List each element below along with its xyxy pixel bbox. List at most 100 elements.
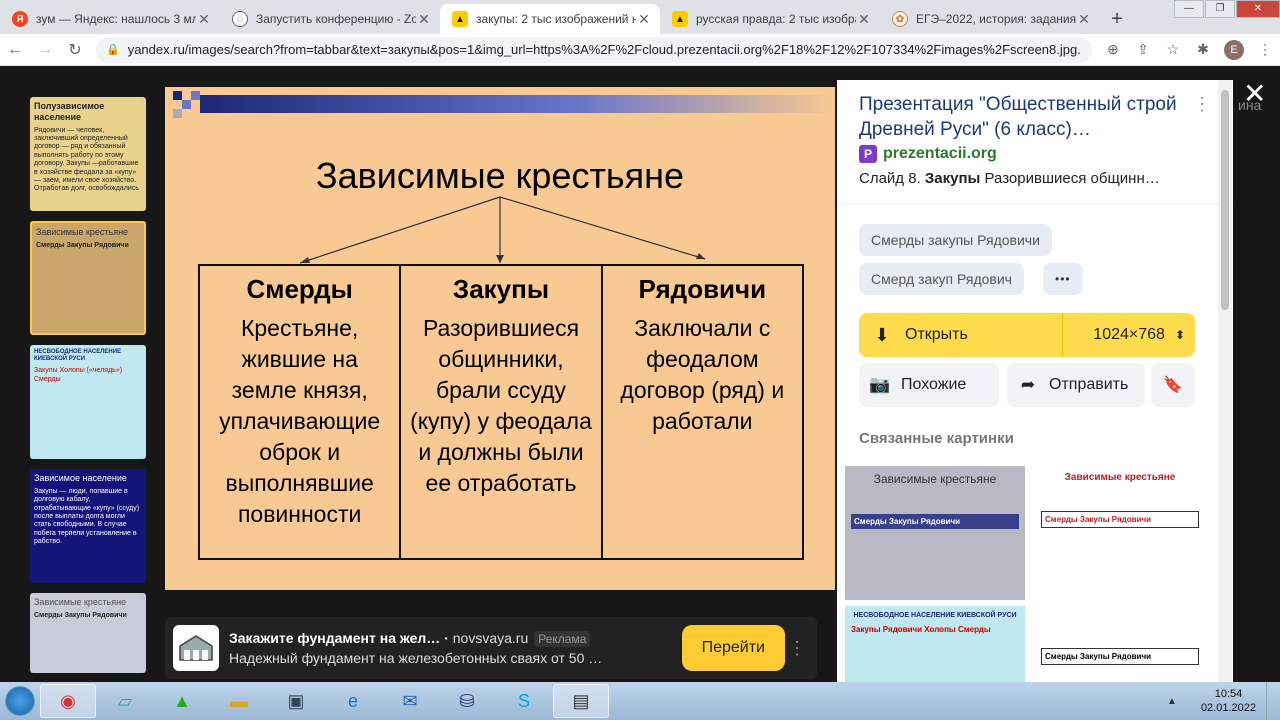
thumbnail-selected[interactable]: Зависимые крестьяне Смерды Закупы Рядови…	[30, 221, 146, 335]
bookmark-button[interactable]: 🔖	[1151, 363, 1195, 407]
tag-chip[interactable]: Смерды закупы Рядовичи	[859, 224, 1052, 256]
open-button[interactable]: ⬇ Открыть 1024×768 ⬍	[859, 313, 1195, 357]
internet-explorer-icon[interactable]: e	[325, 684, 381, 718]
bookmark-icon: 🔖	[1163, 377, 1183, 394]
start-button[interactable]	[0, 683, 40, 719]
share-button[interactable]: ➦ Отправить	[1007, 363, 1145, 407]
clock[interactable]: 10:54 02.01.2022	[1191, 687, 1266, 715]
address-bar[interactable]: 🔒 yandex.ru/images/search?from=tabbar&te…	[96, 36, 1092, 63]
thumbnail[interactable]: Зависимые крестьяне Смерды Закупы Рядови…	[30, 593, 146, 673]
image-size-select[interactable]: 1024×768	[1063, 326, 1175, 344]
column-heading: Смерды	[246, 274, 353, 304]
similar-button[interactable]: 📷 Похожие	[859, 363, 999, 407]
thumbnail-text: Закупы Холопы («челядь») Смерды	[34, 367, 123, 383]
bookmark-star-icon[interactable]: ☆	[1158, 41, 1188, 58]
tab-zakupy-images[interactable]: ▲ закупы: 2 тыс изображений на ✕	[440, 4, 660, 34]
document-icon[interactable]: ▤	[553, 684, 609, 718]
ad-logo-icon	[173, 625, 219, 671]
thumbnail-text: Закупы — люди, попавшие в долговую кабал…	[34, 487, 140, 546]
url-text[interactable]: yandex.ru/images/search?from=tabbar&text…	[128, 42, 1082, 57]
close-tab-icon[interactable]: ✕	[416, 11, 432, 28]
ad-text: Закажите фундамент на жел… · novsvaya.ru…	[229, 630, 672, 666]
mail-icon[interactable]: ✉	[382, 684, 438, 718]
menu-icon[interactable]: ⋮	[1250, 41, 1280, 58]
thumbnail-title: НЕСВОБОДНОЕ НАСЕЛЕНИЕ КИЕВСКОЙ РУСИ	[34, 349, 122, 363]
tab-russkaya-pravda[interactable]: ▲ русская правда: 2 тыс изображ ✕	[660, 4, 880, 34]
related-image[interactable]: Зависимые крестьяне Смерды Закупы Рядови…	[845, 466, 1025, 600]
folder-icon[interactable]: ▬	[211, 684, 267, 718]
ad-banner[interactable]: Закажите фундамент на жел… · novsvaya.ru…	[165, 617, 817, 679]
related-image[interactable]: Зависимые крестьяне Смерды Закупы Рядови…	[1035, 466, 1205, 600]
related-heading: Связанные картинки	[859, 430, 1014, 447]
android-app-icon[interactable]: ▲	[154, 684, 210, 718]
tab-zoom[interactable]: ◌ Запустить конференцию - Zoom ✕	[220, 4, 440, 34]
tab-title: Запустить конференцию - Zoom	[256, 12, 416, 26]
reload-icon[interactable]: ↻	[60, 40, 90, 60]
slide-arrows	[299, 196, 706, 264]
close-window-icon[interactable]: ✕	[1236, 0, 1280, 18]
window-controls: — ❐ ✕	[1173, 0, 1280, 18]
avatar[interactable]: E	[1224, 39, 1244, 60]
yandex-images-icon: ▲	[452, 11, 468, 27]
share-icon[interactable]: ⇪	[1128, 41, 1158, 58]
extensions-icon[interactable]: ✱	[1188, 41, 1218, 58]
notepad-icon[interactable]: ▱	[97, 684, 153, 718]
desc-highlight: Закупы	[924, 170, 981, 187]
source-link[interactable]: Pprezentacii.org	[859, 145, 997, 163]
taskbar: ◉ ▱ ▲ ▬ ▣ e ✉ ⛁ S ▤ ▲ 10:54 02.01.2022	[0, 682, 1280, 720]
main-image[interactable]: Зависимые крестьяне Смерды Крестьяне, жи…	[165, 87, 835, 590]
panel-scrollbar[interactable]	[1218, 80, 1232, 683]
close-tab-icon[interactable]: ✕	[196, 11, 212, 28]
tab-bar: Я зум — Яндекс: нашлось 3 млн р ✕ ◌ Запу…	[0, 0, 1280, 34]
close-viewer-icon[interactable]: ✕	[1243, 77, 1266, 110]
chrome-icon[interactable]: ◉	[40, 684, 96, 718]
open-label: Открыть	[905, 326, 968, 343]
scrollbar-thumb[interactable]	[1221, 90, 1229, 310]
tab-title: зум — Яндекс: нашлось 3 млн р	[36, 12, 196, 26]
sort-arrows-icon: ⬍	[1174, 328, 1185, 342]
zoom-icon[interactable]: ⊕	[1098, 41, 1128, 58]
show-desktop-button[interactable]	[1266, 682, 1280, 720]
related-image-cols: Смерды Закупы Рядовичи	[851, 514, 1019, 529]
back-icon[interactable]: ←	[0, 41, 30, 59]
maximize-icon[interactable]: ❐	[1205, 0, 1235, 18]
share-arrow-icon: ➦	[1020, 375, 1036, 394]
close-tab-icon[interactable]: ✕	[856, 11, 872, 28]
related-image[interactable]: Смерды Закупы Рядовичи	[1035, 606, 1205, 683]
tab-title: закупы: 2 тыс изображений на	[476, 12, 636, 26]
more-tags-button[interactable]: •••	[1043, 263, 1083, 295]
tray-expand-icon[interactable]: ▲	[1167, 696, 1177, 707]
tab-yandex-search[interactable]: Я зум — Яндекс: нашлось 3 млн р ✕	[0, 4, 220, 34]
related-image-cols: Закупы Рядовичи Холопы Смерды	[851, 625, 991, 634]
ad-label: Реклама	[534, 631, 591, 647]
close-tab-icon[interactable]: ✕	[636, 11, 652, 28]
ad-go-button[interactable]: Перейти	[681, 625, 785, 671]
thumbnail[interactable]: НЕСВОБОДНОЕ НАСЕЛЕНИЕ КИЕВСКОЙ РУСИ Заку…	[30, 345, 146, 459]
close-tab-icon[interactable]: ✕	[1076, 11, 1092, 28]
column-heading: Закупы	[452, 274, 550, 304]
browser-toolbar: ← → ↻ 🔒 yandex.ru/images/search?from=tab…	[0, 34, 1280, 66]
related-image[interactable]: НЕСВОБОДНОЕ НАСЕЛЕНИЕ КИЕВСКОЙ РУСИ Заку…	[845, 606, 1025, 683]
network-icon[interactable]: ⛁	[439, 684, 495, 718]
skype-icon[interactable]: S	[496, 684, 552, 718]
more-icon[interactable]: ⋮	[785, 638, 809, 659]
computer-icon[interactable]: ▣	[268, 684, 324, 718]
new-tab-button[interactable]: +	[1100, 4, 1134, 34]
yandex-images-icon: ▲	[672, 11, 688, 27]
column-zakupy: Закупы Разорившиеся общинники, брали ссу…	[401, 266, 603, 558]
thumbnail[interactable]: Полузависимое население Рядовичи — челов…	[30, 97, 146, 211]
image-source-title[interactable]: Презентация "Общественный строй Древней …	[859, 92, 1189, 142]
forward-icon[interactable]: →	[30, 41, 60, 59]
column-heading: Рядовичи	[638, 274, 767, 304]
tag-chip[interactable]: Смерд закуп Рядович	[859, 263, 1024, 295]
camera-icon: 📷	[869, 375, 891, 394]
more-options-icon[interactable]: ⋮	[1193, 94, 1211, 115]
minimize-icon[interactable]: —	[1174, 0, 1204, 18]
ad-title[interactable]: Закажите фундамент на жел…	[229, 630, 440, 646]
tab-ege-2022[interactable]: ✿ ЕГЭ–2022, история: задания, от ✕	[880, 4, 1100, 34]
related-image-title: Зависимые крестьяне	[1064, 472, 1176, 483]
ad-description: Надежный фундамент на железобетонных сва…	[229, 650, 603, 666]
related-image-title: НЕСВОБОДНОЕ НАСЕЛЕНИЕ КИЕВСКОЙ РУСИ	[853, 612, 1017, 619]
thumbnail-title: Зависимые крестьяне	[34, 597, 127, 607]
thumbnail[interactable]: Зависимое население Закупы — люди, попав…	[30, 469, 146, 583]
